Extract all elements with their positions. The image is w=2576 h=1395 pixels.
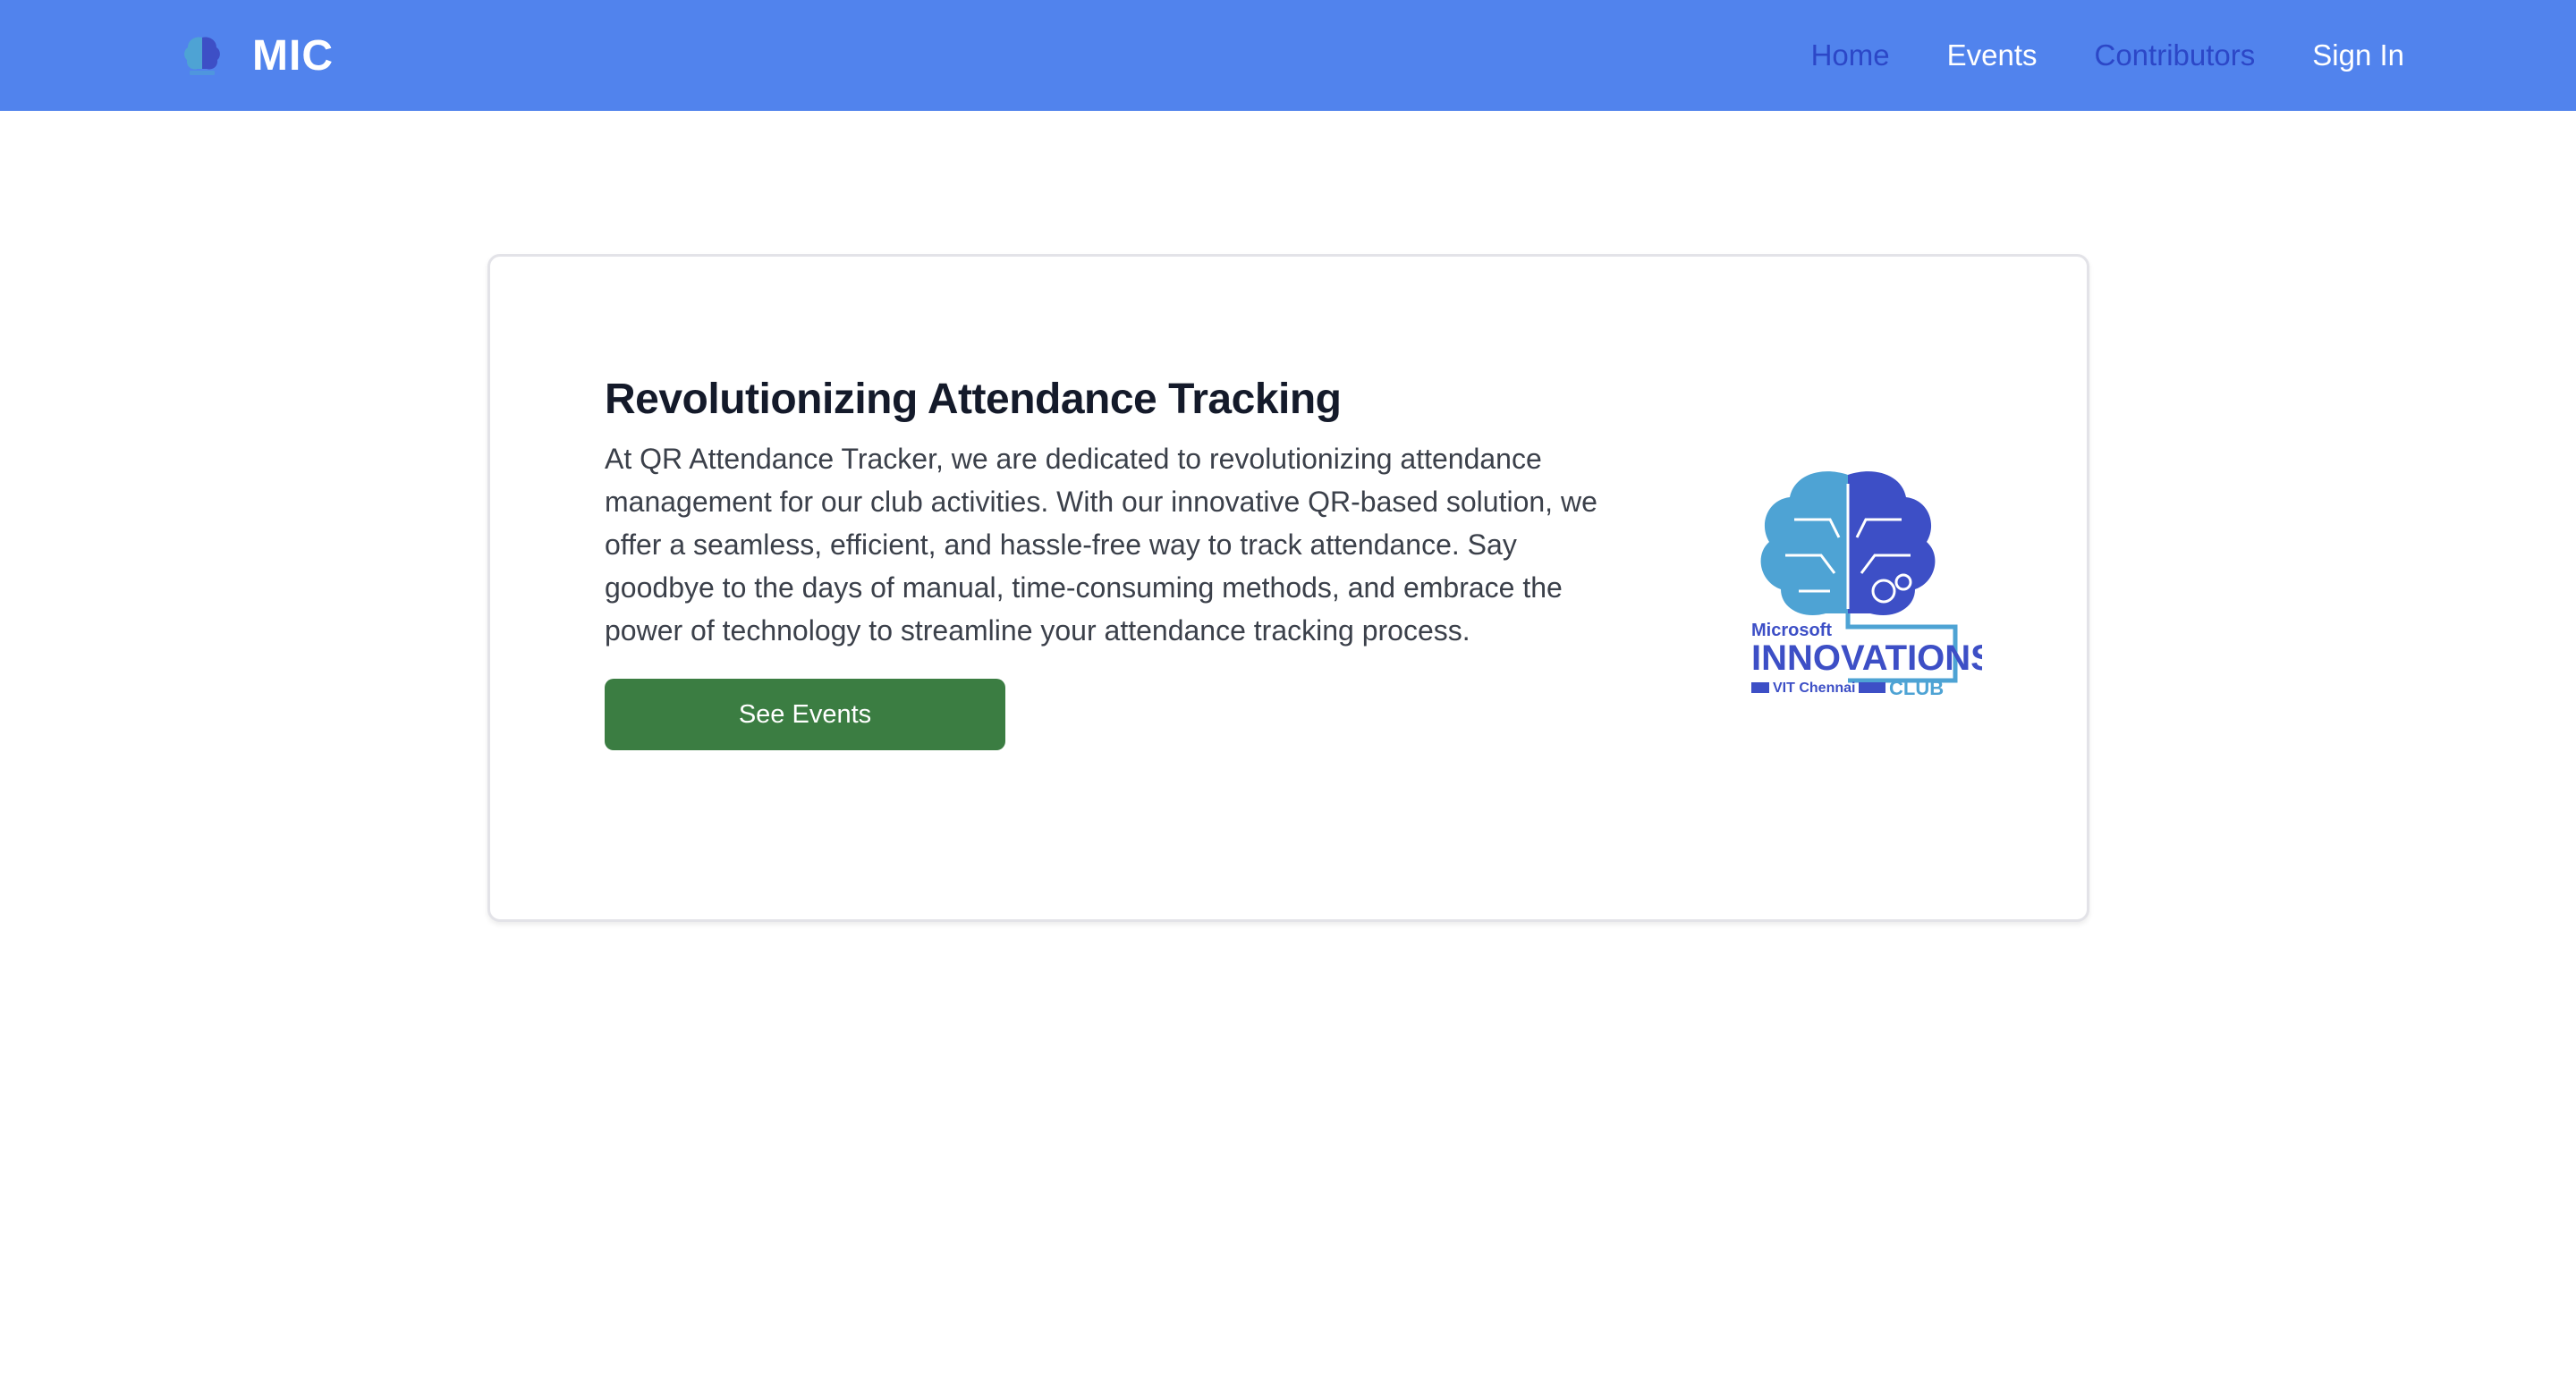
- innovations-club-logo: Microsoft INNOVATIONS VIT Chennai CLUB: [1751, 471, 1982, 699]
- svg-text:Microsoft: Microsoft: [1751, 621, 1832, 640]
- hero-card: Revolutionizing Attendance Tracking At Q…: [487, 254, 2089, 922]
- hero-title: Revolutionizing Attendance Tracking: [605, 376, 1342, 423]
- nav-home[interactable]: Home: [1811, 38, 1890, 72]
- svg-text:CLUB: CLUB: [1889, 677, 1944, 699]
- nav-events[interactable]: Events: [1947, 38, 2038, 72]
- brand[interactable]: MIC: [179, 0, 334, 111]
- nav-links: Home Events Contributors Sign In: [1811, 0, 2404, 111]
- svg-text:INNOVATIONS: INNOVATIONS: [1751, 638, 1982, 678]
- hero-description: At QR Attendance Tracker, we are dedicat…: [605, 443, 1597, 647]
- brain-logo-icon: [184, 37, 220, 75]
- hero-content: Revolutionizing Attendance Tracking At Q…: [605, 373, 1633, 750]
- see-events-button[interactable]: See Events: [605, 679, 1005, 750]
- nav-sign-in[interactable]: Sign In: [2312, 38, 2404, 72]
- svg-text:VIT Chennai: VIT Chennai: [1773, 681, 1855, 696]
- nav-contributors[interactable]: Contributors: [2095, 38, 2256, 72]
- brand-name: MIC: [252, 31, 334, 80]
- navbar: MIC Home Events Contributors Sign In: [0, 0, 2576, 111]
